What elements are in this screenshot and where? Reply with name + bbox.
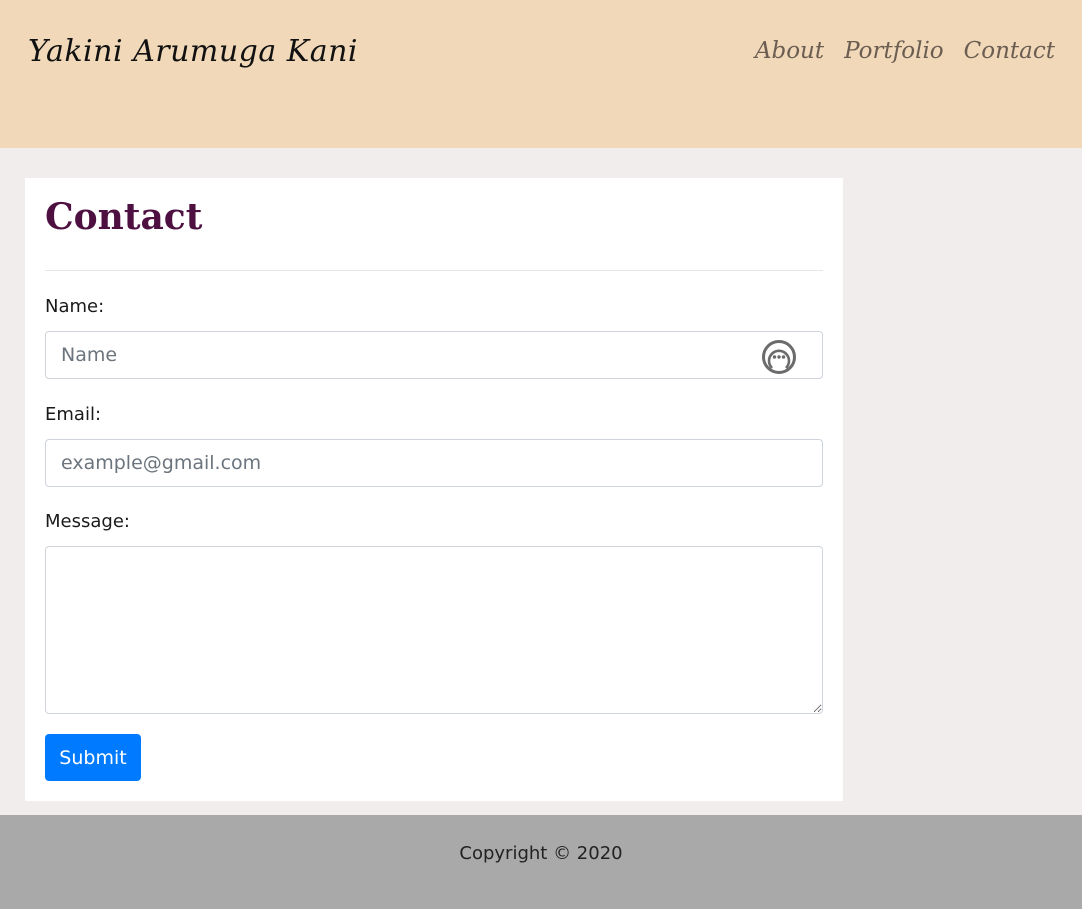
name-label: Name: [45, 296, 105, 317]
nav-link-contact[interactable]: Contact [964, 38, 1055, 64]
site-brand[interactable]: Yakini Arumuga Kani [28, 34, 358, 69]
site-footer: Copyright © 2020 [0, 815, 1082, 909]
message-label: Message: [45, 511, 130, 532]
email-input[interactable] [45, 439, 823, 487]
chat-bubble-icon[interactable] [761, 339, 797, 375]
site-header: Yakini Arumuga Kani About Portfolio Cont… [0, 0, 1082, 148]
main-nav: About Portfolio Contact [755, 38, 1055, 64]
message-textarea[interactable] [45, 546, 823, 714]
title-divider [45, 270, 823, 271]
nav-link-portfolio[interactable]: Portfolio [844, 38, 944, 64]
nav-link-about[interactable]: About [755, 38, 824, 64]
copyright-text: Copyright © 2020 [459, 843, 623, 864]
contact-card: Contact Name: Email: Message: Submit [25, 178, 843, 801]
name-input[interactable] [45, 331, 823, 379]
page-title: Contact [45, 196, 203, 238]
email-label: Email: [45, 404, 102, 425]
submit-button[interactable]: Submit [45, 734, 141, 781]
